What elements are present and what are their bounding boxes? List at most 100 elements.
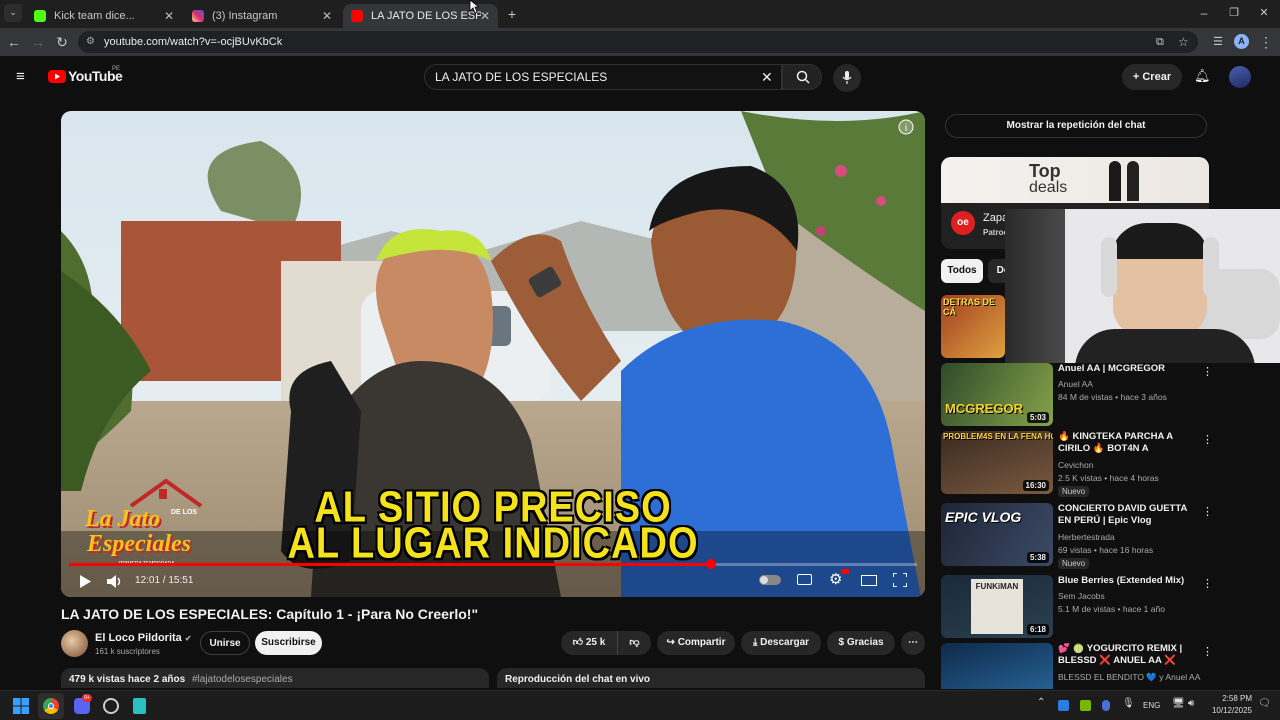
join-button[interactable]: Unirse <box>200 631 250 655</box>
recommendation-item[interactable]: MCGREGOR 5:03 Anuel AA | MCGREGOR Anuel … <box>941 363 1213 427</box>
window-close-icon[interactable]: ✕ <box>1256 5 1272 21</box>
filter-chip-all[interactable]: Todos <box>941 259 983 283</box>
taskbar-chrome-button[interactable] <box>38 693 64 719</box>
restore-icon[interactable]: ❐ <box>1226 5 1242 21</box>
bookmark-star-icon[interactable]: ☆ <box>1178 31 1189 53</box>
hashtag-link[interactable]: #lajatodelosespeciales <box>192 674 293 685</box>
region-code: PE <box>112 66 121 72</box>
scrubber-handle[interactable] <box>705 559 716 569</box>
clock-date[interactable]: 10/12/2025 <box>1208 706 1252 715</box>
reading-list-icon[interactable]: ☰ <box>1210 34 1226 50</box>
share-button[interactable]: ↪ Compartir <box>657 631 735 655</box>
recommendation-item[interactable]: PROBLEM4S EN LA FENA HOUSE 16:30 🔥 KINGT… <box>941 431 1213 497</box>
site-info-icon[interactable]: ⚙ <box>86 31 95 53</box>
tab-instagram[interactable]: (3) Instagram ✕ <box>184 4 340 28</box>
search-value: LA JATO DE LOS ESPECIALES <box>435 70 608 84</box>
profile-avatar[interactable]: A <box>1234 34 1249 49</box>
search-input[interactable]: LA JATO DE LOS ESPECIALES ✕ <box>424 64 782 90</box>
reload-icon[interactable]: ↻ <box>54 34 70 50</box>
nvidia-icon[interactable] <box>1080 700 1091 711</box>
more-vert-icon[interactable]: ⋮ <box>1258 34 1274 50</box>
forward-arrow-icon[interactable]: → <box>30 34 46 50</box>
notification-center-icon[interactable]: 🗨︎ <box>1258 698 1271 709</box>
create-button[interactable]: + Crear <box>1122 64 1182 90</box>
clock-time[interactable]: 2:58 PM <box>1208 694 1252 703</box>
close-icon[interactable]: ✕ <box>322 9 332 23</box>
show-chat-replay-button[interactable]: Mostrar la repetición del chat <box>945 114 1207 138</box>
new-badge: Nuevo <box>1058 558 1090 569</box>
tab-search-button[interactable]: ⌄ <box>4 4 22 22</box>
like-button[interactable]: 👍︎ 25 k <box>561 631 617 655</box>
webcam-wall <box>1005 209 1065 363</box>
autoplay-toggle[interactable] <box>759 575 781 585</box>
recommendation-item[interactable]: FUNKiMAN 6:18 Blue Berries (Extended Mix… <box>941 575 1213 639</box>
recommendation-item[interactable]: 💕 🍈 YOGURCITO REMIX | BLESSD ❌ ANUEL AA … <box>941 643 1209 689</box>
more-vert-icon[interactable]: ⋮ <box>1202 505 1213 518</box>
more-vert-icon[interactable]: ⋮ <box>1202 433 1213 446</box>
obs-icon[interactable] <box>103 698 119 714</box>
more-actions-button[interactable]: ⋯ <box>901 631 925 655</box>
install-app-icon[interactable]: ⧉ <box>1156 31 1164 53</box>
more-vert-icon[interactable]: ⋮ <box>1202 645 1209 658</box>
recommendation-channel: Herbertestrada <box>1058 532 1115 542</box>
svg-text:i: i <box>905 123 907 134</box>
thumbs-up-icon: 👍︎ <box>572 637 586 648</box>
more-horiz-icon: ⋯ <box>908 637 918 648</box>
microphone-icon <box>842 71 852 84</box>
tab-kick[interactable]: Kick team dice... ✕ <box>26 4 182 28</box>
verified-icon: ✔ <box>184 634 192 643</box>
microphone-tray-icon[interactable]: 🎙︎ <box>1122 698 1135 709</box>
progress-bar[interactable] <box>69 559 917 569</box>
notepad-icon[interactable] <box>133 698 146 714</box>
create-label: Crear <box>1142 71 1172 83</box>
kick-icon <box>34 10 46 22</box>
plus-icon[interactable]: + <box>504 6 520 22</box>
fullscreen-icon[interactable] <box>893 573 907 587</box>
recommendation-thumbnail[interactable]: DETRAS DE CÁ <box>941 295 1005 358</box>
volume-tray-icon[interactable]: 🔊︎ <box>1188 698 1194 709</box>
youtube-logo-icon[interactable] <box>48 70 66 83</box>
more-vert-icon[interactable]: ⋮ <box>1202 365 1213 378</box>
headset-icon <box>1203 237 1219 297</box>
more-vert-icon[interactable]: ⋮ <box>1202 577 1213 590</box>
subtitles-icon[interactable] <box>797 574 812 585</box>
url-bar[interactable]: ⚙ youtube.com/watch?v=-ocjBUvKbCk ⧉ ☆ <box>78 31 1198 53</box>
clear-search-icon[interactable]: ✕ <box>761 65 773 89</box>
voice-search-button[interactable] <box>833 64 861 92</box>
windows-start-icon[interactable] <box>13 698 29 714</box>
back-arrow-icon[interactable]: ← <box>6 34 22 50</box>
theater-mode-icon[interactable] <box>861 575 877 586</box>
tray-chevron-icon[interactable]: ⌃ <box>1037 697 1045 708</box>
download-button[interactable]: ⤓ Descargar <box>741 631 821 655</box>
recommendation-meta: 69 vistas • hace 16 horas <box>1058 545 1154 555</box>
minimize-icon[interactable]: – <box>1196 5 1212 21</box>
duration-badge: 5:03 <box>1026 412 1049 423</box>
recommendation-channel: BLESSD EL BENDITO 💙 y Anuel AA <box>1058 672 1201 682</box>
bluetooth-icon[interactable] <box>1102 700 1110 711</box>
close-icon[interactable]: ✕ <box>164 9 174 23</box>
tray-app-icon[interactable] <box>1058 700 1069 711</box>
thanks-button[interactable]: $ Gracias <box>827 631 895 655</box>
play-icon[interactable] <box>79 575 91 588</box>
channel-name[interactable]: El Loco Pildorita ✔ <box>95 632 192 644</box>
video-player[interactable]: i La Jato DE LOS Especiales PRIMERA TEMP… <box>61 111 925 597</box>
recommendation-channel: Cevichon <box>1058 460 1094 470</box>
search-button[interactable] <box>782 64 822 90</box>
recommendation-item[interactable]: EPIC VLOG 5:38 CONCIERTO DAVID GUETTA EN… <box>941 503 1213 569</box>
recommendation-title: 🔥 KINGTEKA PARCHA A CIRILO 🔥 BOT4N A SUS… <box>1058 431 1173 454</box>
dislike-button[interactable]: 👎︎ <box>617 631 651 655</box>
youtube-header: ≡ YouTube PE LA JATO DE LOS ESPECIALES ✕… <box>0 56 1280 100</box>
progress-fill <box>69 563 711 566</box>
volume-icon[interactable] <box>107 575 123 588</box>
language-indicator[interactable]: ENG <box>1143 701 1160 710</box>
network-icon[interactable]: 🖥︎ <box>1172 698 1185 709</box>
close-icon[interactable]: ✕ <box>480 9 490 23</box>
browser-tab-strip: ⌄ Kick team dice... ✕ (3) Instagram ✕ LA… <box>0 0 1280 28</box>
hd-badge <box>841 569 849 574</box>
description-box[interactable]: 479 k vistas hace 2 años #lajatodelosesp… <box>61 668 489 688</box>
notifications-bell-icon[interactable]: 🔔︎ <box>1194 68 1211 84</box>
hamburger-menu-icon[interactable]: ≡ <box>16 69 25 84</box>
account-avatar[interactable] <box>1229 66 1251 88</box>
subscribe-button[interactable]: Suscribirse <box>255 631 322 655</box>
channel-avatar[interactable] <box>61 630 88 657</box>
